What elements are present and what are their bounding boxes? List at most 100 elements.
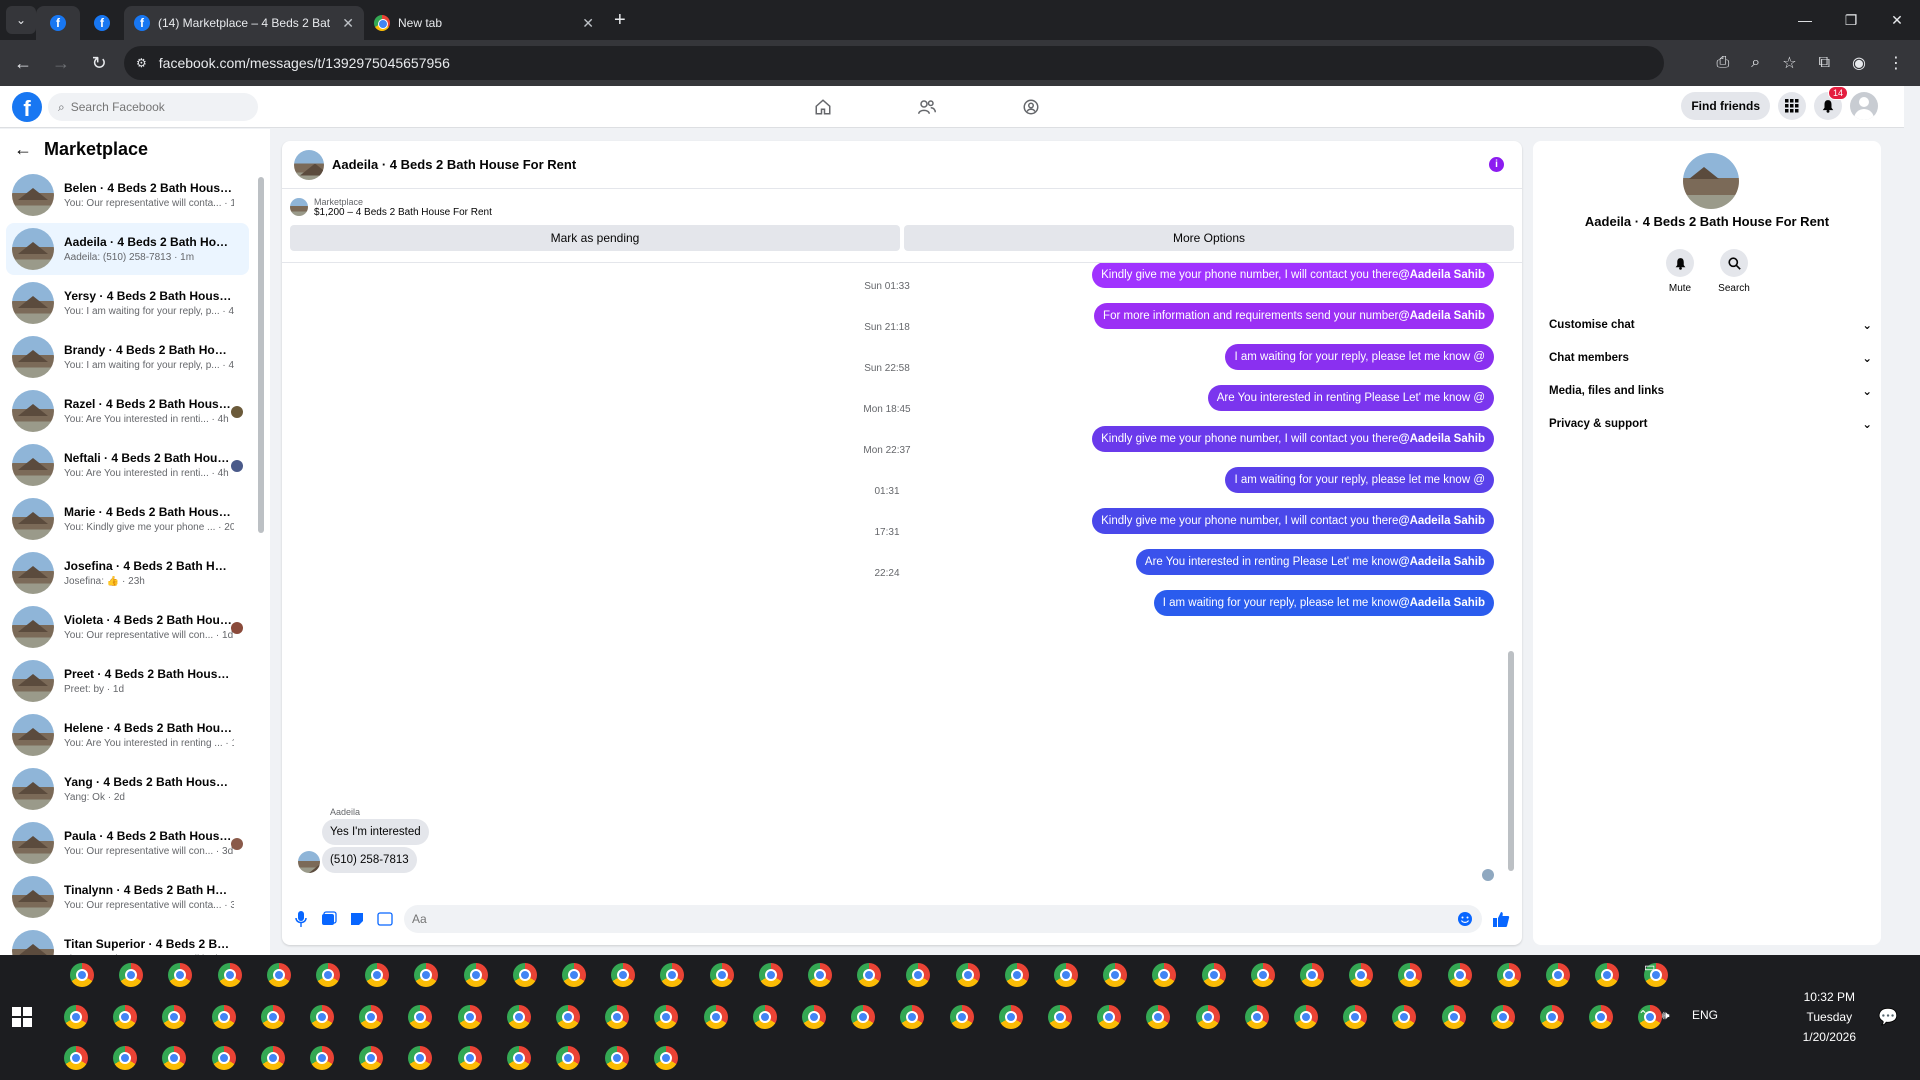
tab-search-button[interactable]: ⌄ bbox=[6, 6, 36, 34]
show-hidden-icons[interactable]: ⌃ bbox=[1638, 1008, 1648, 1022]
chrome-taskbar-icon[interactable] bbox=[260, 1046, 285, 1070]
chrome-taskbar-icon[interactable] bbox=[955, 963, 980, 987]
chrome-taskbar-icon[interactable] bbox=[605, 1046, 630, 1070]
chrome-taskbar-icon[interactable] bbox=[562, 963, 586, 987]
chrome-taskbar-icon[interactable] bbox=[217, 963, 242, 987]
message-mention[interactable]: @Aadeila Sahib bbox=[1398, 515, 1485, 527]
message-mention[interactable]: @Aadeila Sahib bbox=[1398, 269, 1485, 281]
notifications-bell-icon[interactable]: 14 bbox=[1814, 86, 1848, 120]
chrome-taskbar-icon[interactable] bbox=[414, 963, 439, 987]
chrome-taskbar-icon[interactable] bbox=[802, 1005, 826, 1029]
minimize-icon[interactable]: — bbox=[1782, 0, 1828, 40]
message-mention[interactable]: @Aadeila Sahib bbox=[1398, 433, 1485, 445]
message-mention[interactable]: @Aadeila Sahib bbox=[1398, 597, 1485, 609]
chrome-taskbar-icon[interactable] bbox=[119, 963, 144, 987]
find-friends-button[interactable]: Find friends bbox=[1681, 92, 1770, 120]
chrome-taskbar-icon[interactable] bbox=[611, 963, 636, 987]
microphone-icon[interactable] bbox=[292, 910, 310, 928]
chrome-taskbar-icon[interactable] bbox=[709, 963, 734, 987]
chrome-taskbar-icon[interactable] bbox=[654, 1046, 679, 1070]
chrome-taskbar-icon[interactable] bbox=[408, 1005, 433, 1029]
volume-icon[interactable]: 🕪 bbox=[1662, 1008, 1670, 1023]
chrome-taskbar-icon[interactable] bbox=[266, 963, 291, 987]
new-tab-button[interactable]: + bbox=[614, 9, 626, 32]
customise-chat-row[interactable]: Customise chat ⌄ bbox=[1543, 311, 1878, 339]
chrome-taskbar-icon[interactable] bbox=[457, 1005, 482, 1029]
message-input[interactable] bbox=[412, 912, 1456, 926]
conversation-item[interactable]: Neftali · 4 Beds 2 Bath House For Rent Yo… bbox=[6, 439, 249, 491]
language-indicator[interactable]: ENG bbox=[1692, 1008, 1718, 1022]
install-app-icon[interactable]: ⎙ bbox=[1716, 54, 1729, 72]
account-avatar[interactable] bbox=[1850, 92, 1878, 120]
chrome-taskbar-icon[interactable] bbox=[1349, 963, 1374, 987]
chrome-taskbar-icon[interactable] bbox=[113, 1005, 138, 1029]
chrome-taskbar-icon[interactable] bbox=[1244, 1005, 1269, 1029]
chrome-taskbar-icon[interactable] bbox=[506, 1005, 531, 1029]
chrome-taskbar-icon[interactable] bbox=[1004, 963, 1029, 987]
conversation-item[interactable]: Josefina · 4 Beds 2 Bath House For Rent J… bbox=[6, 547, 249, 599]
chrome-taskbar-icon[interactable] bbox=[211, 1046, 236, 1070]
chrome-taskbar-icon[interactable] bbox=[1294, 1005, 1318, 1029]
conversation-item[interactable]: Violeta · 4 Beds 2 Bath House For Rent Yo… bbox=[6, 601, 249, 653]
chat-scrollbar[interactable] bbox=[1508, 271, 1514, 881]
chrome-taskbar-icon[interactable] bbox=[1201, 963, 1226, 987]
chrome-taskbar-icon[interactable] bbox=[857, 963, 882, 987]
emoji-icon[interactable] bbox=[1456, 910, 1474, 928]
conversation-item[interactable]: Helene · 4 Beds 2 Bath House For Rent You… bbox=[6, 709, 249, 761]
chrome-taskbar-icon[interactable] bbox=[998, 1005, 1023, 1029]
incoming-message[interactable]: (510) 258-7813 bbox=[322, 847, 417, 873]
chrome-taskbar-icon[interactable] bbox=[752, 1005, 777, 1029]
page-scrollbar[interactable] bbox=[1906, 86, 1920, 955]
mute-button[interactable]: Mute bbox=[1663, 249, 1697, 294]
gif-icon[interactable] bbox=[376, 910, 394, 928]
tablet-mode-icon[interactable]: ▭ bbox=[1644, 960, 1655, 974]
chrome-taskbar-icon[interactable] bbox=[512, 963, 537, 987]
chrome-taskbar-icon[interactable] bbox=[70, 963, 94, 987]
conversation-item[interactable]: Aadeila · 4 Beds 2 Bath House For Rent Aa… bbox=[6, 223, 249, 275]
home-icon[interactable] bbox=[800, 98, 846, 116]
chrome-taskbar-icon[interactable] bbox=[1447, 963, 1472, 987]
chrome-taskbar-icon[interactable] bbox=[168, 963, 193, 987]
chrome-taskbar-icon[interactable] bbox=[1146, 1005, 1171, 1029]
conversation-item[interactable]: Marie · 4 Beds 2 Bath House For Rent You:… bbox=[6, 493, 249, 545]
chrome-taskbar-icon[interactable] bbox=[703, 1005, 728, 1029]
chrome-taskbar-icon[interactable] bbox=[906, 963, 931, 987]
chrome-taskbar-icon[interactable] bbox=[1054, 963, 1078, 987]
facebook-search[interactable]: ⌕ bbox=[48, 93, 258, 121]
site-info-icon[interactable]: ⚙ bbox=[136, 56, 147, 70]
conversation-item[interactable]: Brandy · 4 Beds 2 Bath House For Rent You… bbox=[6, 331, 249, 383]
chrome-taskbar-icon[interactable] bbox=[1048, 1005, 1072, 1029]
chrome-taskbar-icon[interactable] bbox=[900, 1005, 925, 1029]
message-mention[interactable]: @Aadeila Sahib bbox=[1398, 310, 1485, 322]
incoming-message[interactable]: Yes I'm interested bbox=[322, 819, 429, 845]
chrome-taskbar-icon[interactable] bbox=[1441, 1005, 1466, 1029]
photo-icon[interactable] bbox=[320, 910, 338, 928]
pinned-tab-facebook-1[interactable]: f bbox=[36, 6, 80, 40]
clock[interactable]: 10:32 PM Tuesday 1/20/2026 bbox=[1803, 987, 1856, 1047]
info-icon[interactable]: i bbox=[1489, 157, 1504, 172]
chat-title[interactable]: Aadeila · 4 Beds 2 Bath House For Rent bbox=[332, 157, 576, 172]
thumbs-up-icon[interactable] bbox=[1492, 910, 1510, 928]
message-input-box[interactable] bbox=[404, 905, 1482, 933]
chrome-taskbar-icon[interactable] bbox=[162, 1046, 187, 1070]
profile-icon[interactable]: ◉ bbox=[1852, 53, 1866, 73]
listing-card[interactable]: Marketplace $1,200 – 4 Beds 2 Bath House… bbox=[282, 189, 1522, 225]
chrome-taskbar-icon[interactable] bbox=[605, 1005, 630, 1029]
chrome-taskbar-icon[interactable] bbox=[506, 1046, 531, 1070]
pinned-tab-facebook-2[interactable]: f bbox=[80, 6, 124, 40]
close-tab-icon[interactable]: ✕ bbox=[342, 15, 354, 32]
conversation-item[interactable]: Paula · 4 Beds 2 Bath House For Rent You:… bbox=[6, 817, 249, 869]
chrome-taskbar-icon[interactable] bbox=[1392, 1005, 1417, 1029]
browser-menu-icon[interactable]: ⋮ bbox=[1888, 53, 1904, 73]
chrome-taskbar-icon[interactable] bbox=[556, 1005, 580, 1029]
reload-icon[interactable]: ↻ bbox=[84, 53, 114, 74]
chrome-taskbar-icon[interactable] bbox=[949, 1005, 974, 1029]
chrome-taskbar-icon[interactable] bbox=[556, 1046, 580, 1070]
chrome-taskbar-icon[interactable] bbox=[808, 963, 832, 987]
chrome-taskbar-icon[interactable] bbox=[113, 1046, 138, 1070]
windows-start-icon[interactable] bbox=[12, 1007, 32, 1027]
chrome-taskbar-icon[interactable] bbox=[1343, 1005, 1368, 1029]
chrome-taskbar-icon[interactable] bbox=[1250, 963, 1275, 987]
chrome-taskbar-icon[interactable] bbox=[365, 963, 390, 987]
media-files-links-row[interactable]: Media, files and links ⌄ bbox=[1543, 377, 1878, 405]
